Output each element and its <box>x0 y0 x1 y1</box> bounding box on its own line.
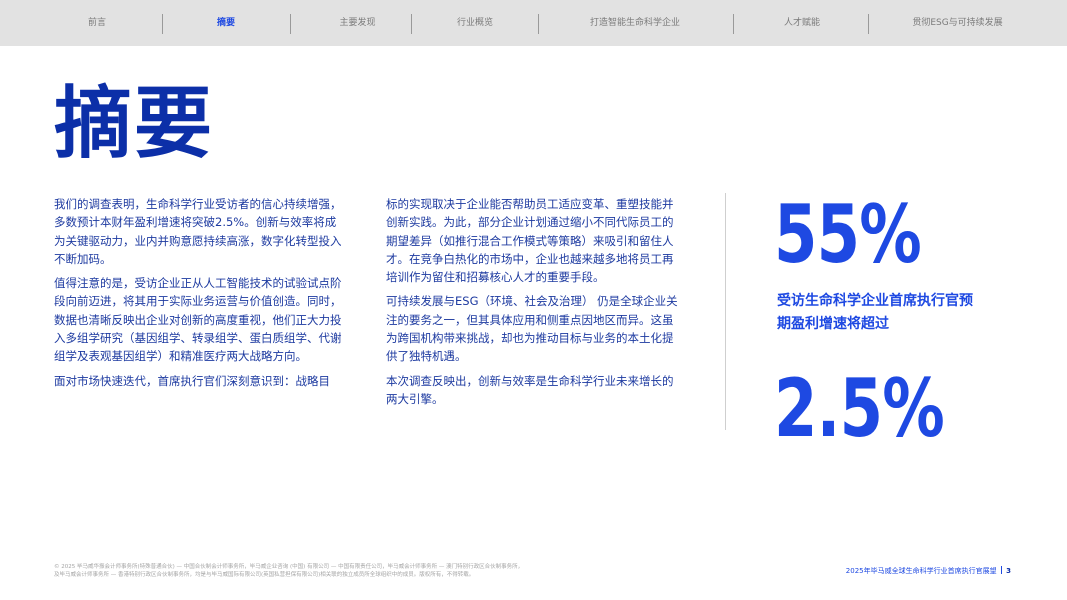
page-number: 3 <box>1006 567 1011 575</box>
nav-item-talent[interactable]: 人才赋能 <box>752 0 852 46</box>
column-divider <box>725 193 726 430</box>
nav-divider <box>538 14 539 34</box>
stat-value-bottom: 2.5% <box>774 362 945 455</box>
footer-legal: © 2025 毕马威华振会计师事务所(特殊普通合伙) — 中国合伙制会计师事务所… <box>54 563 654 579</box>
nav-item-esg[interactable]: 贯彻ESG与可持续发展 <box>885 0 1030 46</box>
nav-item-industry-overview[interactable]: 行业概览 <box>430 0 520 46</box>
stat-caption: 受访生命科学企业首席执行官预期盈利增速将超过 <box>777 293 973 332</box>
paragraph: 我们的调查表明，生命科学行业受访者的信心持续增强，多数预计本财年盈利增速将突破2… <box>54 197 342 266</box>
paragraph: 可持续发展与ESG（环境、社会及治理） 仍是全球企业关注的要务之一，但其具体应用… <box>386 294 678 364</box>
nav-item-summary[interactable]: 摘要 <box>192 0 260 46</box>
top-navigation: 前言 摘要 主要发现 行业概览 打造智能生命科学企业 人才赋能 贯彻ESG与可持… <box>0 0 1067 46</box>
nav-divider <box>411 14 412 34</box>
page-title: 摘要 <box>54 79 215 169</box>
paragraph: 面对市场快速迭代，首席执行官们深刻意识到：战略目 <box>54 373 330 388</box>
paragraph: 本次调查反映出，创新与效率是生命科学行业未来增长的两大引擎。 <box>386 373 674 406</box>
footer-report-info: 2025年毕马威全球生命科学行业首席执行官展望 3 <box>846 566 1011 576</box>
report-title: 2025年毕马威全球生命科学行业首席执行官展望 <box>845 567 997 575</box>
nav-item-smart-life-sciences[interactable]: 打造智能生命科学企业 <box>555 0 715 46</box>
nav-divider <box>868 14 869 34</box>
nav-divider <box>733 14 734 34</box>
nav-divider <box>162 14 163 34</box>
nav-item-foreword[interactable]: 前言 <box>63 0 131 46</box>
paragraph: 标的实现取决于企业能否帮助员工适应变革、重塑技能并创新实践。为此，部分企业计划通… <box>386 197 674 285</box>
nav-item-key-findings[interactable]: 主要发现 <box>310 0 405 46</box>
nav-divider <box>290 14 291 34</box>
body-column-left: 我们的调查表明，生命科学行业受访者的信心持续增强，多数预计本财年盈利增速将突破2… <box>54 195 346 396</box>
footer-legal-line: 及毕马威会计师事务所 — 香港特别行政区合伙制事务所，均是与毕马威国际有限公司(… <box>54 572 475 578</box>
body-column-right: 标的实现取决于企业能否帮助员工适应变革、重塑技能并创新实践。为此，部分企业计划通… <box>386 195 678 414</box>
footer-legal-line: © 2025 毕马威华振会计师事务所(特殊普通合伙) — 中国合伙制会计师事务所… <box>54 564 524 570</box>
paragraph: 值得注意的是，受访企业正从人工智能技术的试验试点阶段向前迈进，将其用于实际业务运… <box>54 276 342 364</box>
stat-value-top: 55% <box>774 188 922 281</box>
footer-divider <box>1000 566 1003 574</box>
